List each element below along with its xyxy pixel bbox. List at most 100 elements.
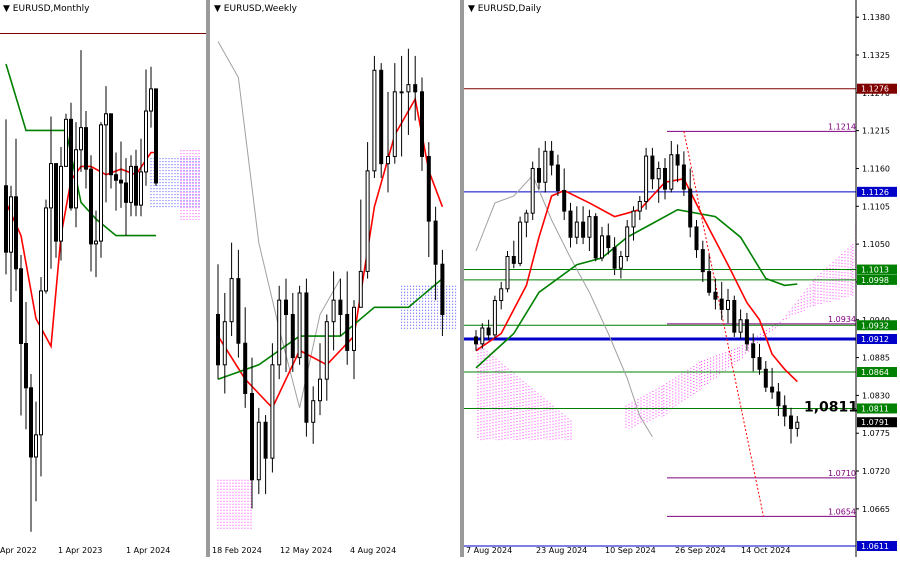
candle [19, 268, 23, 345]
price-tag-label: 1.0791 [861, 418, 889, 427]
monthly-candles [4, 50, 158, 532]
daily-chart[interactable]: 1.1214 1.0934 1.0710 1.0654 1,0811 1.1380 1.1… [464, 0, 900, 557]
candle [236, 278, 241, 344]
candle [59, 165, 63, 242]
candle [39, 290, 43, 436]
candle [345, 314, 350, 351]
price-tag-label: 1.1276 [861, 85, 889, 94]
candle [732, 300, 737, 333]
candle [486, 327, 491, 336]
candle [426, 155, 431, 222]
candle [99, 124, 103, 242]
price-tick-label: 1.0885 [862, 354, 890, 363]
weekly-chart[interactable]: 18 Feb 2024 12 May 2024 4 Aug 2024 ▼ EURUS… [210, 0, 460, 557]
daily-level-label: 1.0654 [828, 507, 856, 516]
price-tick-label: 1.0720 [862, 467, 890, 476]
candle [492, 300, 497, 336]
x-tick-label: 23 Aug 2024 [536, 546, 587, 555]
candle [537, 167, 541, 183]
daily-ichimoku-lines [475, 174, 798, 437]
price-tag-label: 1.0912 [861, 335, 889, 344]
candle [144, 110, 148, 173]
candle [663, 167, 667, 190]
candle [29, 387, 33, 458]
monthly-chart[interactable]: Apr 2022 1 Apr 2023 1 Apr 2024 ▼ EURUSD,Mo… [0, 0, 206, 557]
daily-chart-title: ▼ EURUSD,Daily [468, 4, 542, 14]
daily-level-label: 1.0934 [828, 315, 856, 324]
candle [124, 182, 128, 203]
candle [338, 299, 343, 316]
candle [650, 155, 655, 180]
candle [688, 188, 693, 228]
candle [318, 378, 322, 402]
price-tag-label: 1.0998 [861, 276, 889, 285]
x-tick-label: 10 Sep 2024 [605, 546, 656, 555]
candle [79, 127, 83, 151]
price-tick-label: 1.1050 [862, 240, 890, 249]
x-tick-label: 14 Oct 2024 [741, 546, 790, 555]
x-tick-label: Apr 2022 [0, 546, 37, 555]
monthly-chart-title: ▼ EURUSD,Monthly [3, 4, 90, 14]
candle [109, 113, 113, 176]
candle [625, 226, 630, 257]
candle [256, 421, 261, 481]
chart-panel-daily[interactable]: 1.1214 1.0934 1.0710 1.0654 1,0811 1.1380 1.1… [464, 0, 900, 557]
daily-price-axis[interactable]: 1.13801.13251.12701.12151.11601.11051.10… [855, 0, 897, 557]
candle [54, 163, 58, 242]
candle [587, 216, 592, 238]
chart-panel-weekly[interactable]: 18 Feb 2024 12 May 2024 4 Aug 2024 ▼ EURUS… [210, 0, 460, 557]
candle [644, 155, 649, 202]
daily-level-label: 1.0710 [828, 469, 856, 478]
daily-level-label: 1.1214 [828, 122, 856, 131]
candle [9, 196, 13, 253]
candle [379, 69, 384, 165]
candle [304, 292, 309, 423]
candle [250, 393, 254, 481]
candle [440, 263, 445, 316]
candle [700, 249, 705, 273]
price-tick-label: 1.0775 [862, 429, 890, 438]
price-tag-label: 1.0864 [861, 368, 889, 377]
candle [84, 127, 88, 170]
candle [413, 84, 418, 93]
candle [284, 299, 288, 316]
candle [134, 165, 138, 206]
candle [352, 306, 356, 351]
candle [562, 189, 567, 212]
candle [574, 221, 579, 238]
candle [270, 364, 275, 459]
x-tick-label: 18 Feb 2024 [212, 546, 262, 555]
candle [713, 291, 718, 300]
candle [782, 405, 787, 417]
candle [119, 179, 123, 184]
title-arrow-icon: ▼ [3, 4, 13, 14]
candle [139, 171, 143, 206]
weekly-candles [216, 48, 445, 509]
x-tick-label: 7 Aug 2024 [466, 546, 512, 555]
candle [64, 118, 68, 167]
price-tag-label: 1.0611 [861, 542, 889, 551]
candle [69, 118, 73, 209]
candle [474, 336, 478, 345]
candle [751, 343, 756, 359]
candle [726, 300, 730, 310]
title-arrow-icon: ▼ [468, 4, 478, 14]
candle [511, 255, 516, 264]
candle [433, 220, 438, 265]
candle [763, 368, 768, 388]
x-tick-label: 4 Aug 2024 [350, 546, 396, 555]
candle [656, 167, 661, 180]
daily-ichimoku-cloud [477, 224, 857, 441]
price-tag-label: 1.1013 [861, 266, 889, 275]
candle [263, 421, 268, 459]
candle [290, 314, 295, 359]
price-tag-label: 1.1126 [861, 188, 889, 197]
candle [600, 235, 604, 259]
candle [549, 150, 554, 166]
candle [104, 113, 108, 126]
candle [581, 221, 586, 238]
candle [399, 91, 404, 94]
chart-panel-monthly[interactable]: Apr 2022 1 Apr 2023 1 Apr 2024 ▼ EURUSD,Mo… [0, 0, 206, 557]
candle [675, 154, 680, 166]
candle [406, 84, 411, 93]
